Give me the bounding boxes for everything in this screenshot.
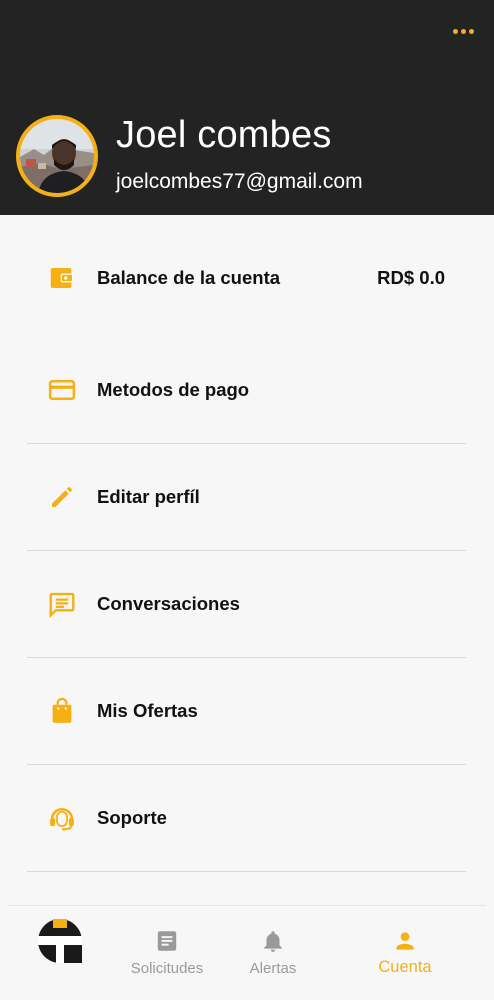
nav-tab-label: Alertas [249,960,297,977]
menu-item-label: Balance de la cuenta [97,267,281,288]
bottom-navigation: Solicitudes Alertas Cuenta [8,905,486,1000]
menu-item-label: Mis Ofertas [97,700,198,721]
more-dot [468,28,474,34]
menu-item-edit-profile[interactable]: Editar perfíl [27,444,466,550]
menu-item-my-offers[interactable]: Mis Ofertas [27,658,466,764]
menu-item-payment-methods[interactable]: Metodos de pago [27,337,466,443]
menu-item-conversations[interactable]: Conversaciones [27,551,466,657]
more-dot [460,28,466,34]
menu-item-balance[interactable]: Balance de la cuenta RD$ 0.0 [27,225,466,331]
pencil-icon [52,487,72,507]
bell-icon [264,931,282,952]
menu-item-support[interactable]: Soporte [27,765,466,871]
wallet-icon [50,268,74,288]
more-horizontal-icon [452,28,458,34]
person-icon [396,932,414,950]
menu-item-label: Editar perfíl [97,486,200,507]
menu-item-label: Soporte [97,807,167,828]
shopping-bag-icon [52,697,72,723]
nav-tab-label: Solicitudes [130,960,204,977]
menu-item-label: Conversaciones [97,593,240,614]
balance-value: RD$ 0.0 [377,267,445,288]
profile-name: Joel combes [116,114,332,156]
menu-item-label: Metodos de pago [97,379,250,400]
nav-tab-cuenta[interactable]: Cuenta [350,924,460,984]
avatar[interactable] [16,115,98,197]
profile-header: Joel combes joelcombes77@gmail.com [0,0,494,215]
avatar-photo [20,119,94,193]
document-icon [157,931,177,951]
chat-icon [49,592,75,619]
nav-tab-alertas[interactable]: Alertas [218,924,328,984]
credit-card-icon [48,380,76,400]
divider [27,871,466,872]
app-logo-icon[interactable] [38,919,82,963]
nav-tab-label: Cuenta [378,958,432,976]
nav-tab-solicitudes[interactable]: Solicitudes [112,924,222,984]
headset-icon [50,808,74,831]
account-screen: Joel combes joelcombes77@gmail.com Balan… [0,0,494,1000]
more-options-button[interactable] [448,20,478,42]
profile-email: joelcombes77@gmail.com [116,170,363,193]
